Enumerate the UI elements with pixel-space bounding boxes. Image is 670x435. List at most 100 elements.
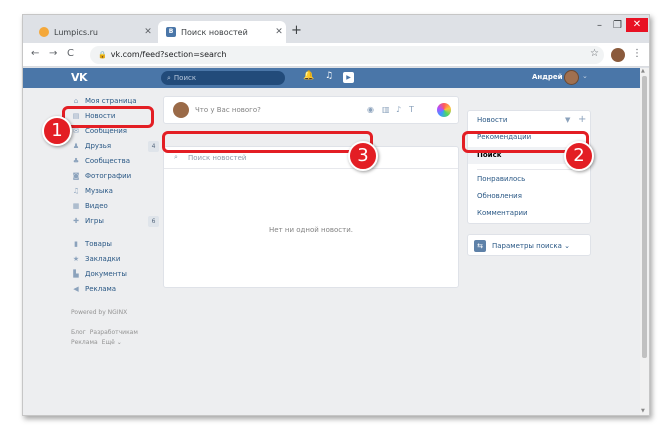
search-placeholder: Поиск bbox=[173, 74, 197, 82]
browser-window: Lumpics.ru ✕ B Поиск новостей ✕ + – ❐ ✕ … bbox=[22, 14, 650, 416]
forward-arrow-icon[interactable]: → bbox=[49, 48, 57, 59]
reload-icon[interactable]: C bbox=[67, 48, 74, 59]
sliders-icon: ⇆ bbox=[474, 240, 486, 252]
sidebar-item-bookmarks[interactable]: ★ Закладки bbox=[71, 252, 159, 267]
tab-title: Lumpics.ru bbox=[54, 27, 98, 37]
maximize-button[interactable]: ❐ bbox=[613, 20, 622, 31]
close-window-button[interactable]: ✕ bbox=[626, 18, 648, 32]
games-icon: ✚ bbox=[73, 217, 79, 225]
minimize-button[interactable]: – bbox=[597, 20, 602, 31]
tab-close-icon[interactable]: ✕ bbox=[272, 27, 286, 37]
lock-icon: 🔒 bbox=[98, 51, 107, 59]
divider bbox=[477, 169, 583, 170]
sidebar-item-label: Закладки bbox=[85, 255, 121, 263]
sidebar-item-photos[interactable]: ◙ Фотографии bbox=[71, 169, 159, 184]
highlight-news-search-input bbox=[162, 131, 373, 153]
sidebar-item-label: Реклама bbox=[85, 285, 117, 293]
groups-icon: ♣ bbox=[72, 157, 80, 165]
step-badge-2: 2 bbox=[564, 141, 594, 171]
filter-icon[interactable]: ▼ bbox=[565, 116, 570, 124]
sidebar-item-games[interactable]: ✚ Игры 6 bbox=[71, 214, 159, 229]
vk-logo[interactable]: VK bbox=[71, 71, 88, 84]
notifications-bell-icon[interactable]: 🔔 bbox=[303, 71, 314, 81]
music-icon: ♫ bbox=[72, 187, 80, 195]
menu-item-updates[interactable]: Обновления bbox=[477, 192, 522, 200]
sidebar-item-label: Сообщества bbox=[85, 157, 131, 165]
scrollbar[interactable]: ▲ ▼ bbox=[640, 68, 649, 415]
footer-link-ads[interactable]: Реклама bbox=[71, 339, 98, 346]
video-icon[interactable]: ▥ bbox=[382, 105, 390, 114]
scroll-up-icon[interactable]: ▲ bbox=[641, 68, 645, 74]
bookmark-star-icon[interactable]: ☆ bbox=[590, 48, 599, 59]
search-params-label: Параметры поиска ⌄ bbox=[492, 242, 571, 250]
avatar[interactable] bbox=[564, 70, 579, 85]
tab-title: Поиск новостей bbox=[181, 27, 248, 37]
menu-item-liked[interactable]: Понравилось bbox=[477, 175, 525, 183]
camera-icon[interactable]: ◉ bbox=[367, 105, 374, 114]
photos-icon: ◙ bbox=[72, 172, 80, 180]
count-badge: 4 bbox=[148, 141, 159, 152]
sidebar-item-label: Моя страница bbox=[85, 97, 137, 105]
sidebar-item-label: Фотографии bbox=[85, 172, 132, 180]
sidebar-item-label: Товары bbox=[85, 240, 112, 248]
footer-link-developers[interactable]: Разработчикам bbox=[90, 329, 138, 336]
sidebar-item-friends[interactable]: ♟ Друзья 4 bbox=[71, 139, 159, 154]
chevron-down-icon[interactable]: ⌄ bbox=[582, 72, 588, 80]
back-arrow-icon[interactable]: ← bbox=[31, 48, 39, 59]
browser-toolbar: ← → C 🔒 vk.com/feed?section=search ☆ ⋮ bbox=[23, 43, 649, 67]
vk-header: VK ⌕ Поиск 🔔 ♫ ▶ Андрей ⌄ bbox=[23, 68, 640, 88]
profile-avatar[interactable] bbox=[611, 48, 625, 62]
post-composer[interactable]: Что у Вас нового? ◉ ▥ ♪ T bbox=[163, 96, 459, 124]
tab-lumpics[interactable]: Lumpics.ru ✕ bbox=[31, 21, 155, 43]
ads-icon: ◀ bbox=[73, 285, 79, 293]
scrollbar-thumb[interactable] bbox=[642, 76, 647, 358]
footer-link-blog[interactable]: Блог bbox=[71, 329, 86, 336]
documents-icon: ▙ bbox=[73, 270, 79, 278]
tab-strip: Lumpics.ru ✕ B Поиск новостей ✕ + – ❐ ✕ bbox=[23, 15, 649, 43]
url-text: vk.com/feed?section=search bbox=[110, 50, 227, 59]
sidebar-item-label: Сообщения bbox=[85, 127, 128, 135]
sidebar-item-groups[interactable]: ♣ Сообщества bbox=[71, 154, 159, 169]
goods-icon: ▮ bbox=[74, 240, 78, 248]
bookmarks-icon: ★ bbox=[72, 255, 80, 263]
sidebar-item-label: Документы bbox=[85, 270, 127, 278]
friends-icon: ♟ bbox=[72, 142, 80, 150]
footer-links: Блог Разработчикам bbox=[71, 328, 159, 338]
search-params-button[interactable]: ⇆ Параметры поиска ⌄ bbox=[467, 234, 591, 256]
user-name[interactable]: Андрей bbox=[532, 73, 563, 81]
search-placeholder: Поиск новостей bbox=[188, 154, 247, 162]
menu-item-comments[interactable]: Комментарии bbox=[477, 209, 528, 217]
step-badge-3: 3 bbox=[348, 141, 378, 171]
sidebar-item-music[interactable]: ♫ Музыка bbox=[71, 184, 159, 199]
sidebar-item-ads[interactable]: ◀ Реклама bbox=[71, 282, 159, 297]
menu-item-news[interactable]: Новости bbox=[477, 116, 507, 124]
new-tab-button[interactable]: + bbox=[291, 24, 302, 38]
address-bar[interactable]: 🔒 vk.com/feed?section=search bbox=[90, 46, 604, 64]
divider bbox=[71, 229, 159, 237]
music-icon[interactable]: ♪ bbox=[396, 105, 401, 114]
step-badge-1: 1 bbox=[42, 116, 72, 146]
stories-icon[interactable] bbox=[437, 103, 451, 117]
video-icon: ▦ bbox=[72, 202, 80, 210]
sidebar-item-video[interactable]: ▦ Видео bbox=[71, 199, 159, 214]
vk-search-input[interactable]: ⌕ Поиск bbox=[161, 71, 285, 85]
tab-vk-search[interactable]: B Поиск новостей ✕ bbox=[158, 21, 286, 43]
sidebar-item-documents[interactable]: ▙ Документы bbox=[71, 267, 159, 282]
menu-dots-icon[interactable]: ⋮ bbox=[632, 48, 642, 59]
avatar bbox=[173, 102, 189, 118]
sidebar-item-label: Музыка bbox=[85, 187, 113, 195]
tab-close-icon[interactable]: ✕ bbox=[141, 27, 155, 37]
scroll-down-icon[interactable]: ▼ bbox=[641, 408, 645, 414]
play-icon[interactable]: ▶ bbox=[343, 72, 354, 83]
text-format-icon[interactable]: T bbox=[409, 105, 414, 114]
highlight-news-item bbox=[62, 106, 154, 128]
music-note-icon[interactable]: ♫ bbox=[325, 71, 333, 81]
powered-by-text: Powered by NGINX bbox=[71, 309, 128, 316]
footer-link-more[interactable]: Ещё ⌄ bbox=[102, 339, 122, 346]
empty-feed-message: Нет ни одной новости. bbox=[269, 226, 353, 234]
add-icon[interactable]: + bbox=[578, 114, 586, 125]
post-placeholder: Что у Вас нового? bbox=[195, 106, 261, 114]
vk-favicon-icon: B bbox=[166, 27, 176, 37]
sidebar-item-goods[interactable]: ▮ Товары bbox=[71, 237, 159, 252]
lumpics-favicon-icon bbox=[39, 27, 49, 37]
